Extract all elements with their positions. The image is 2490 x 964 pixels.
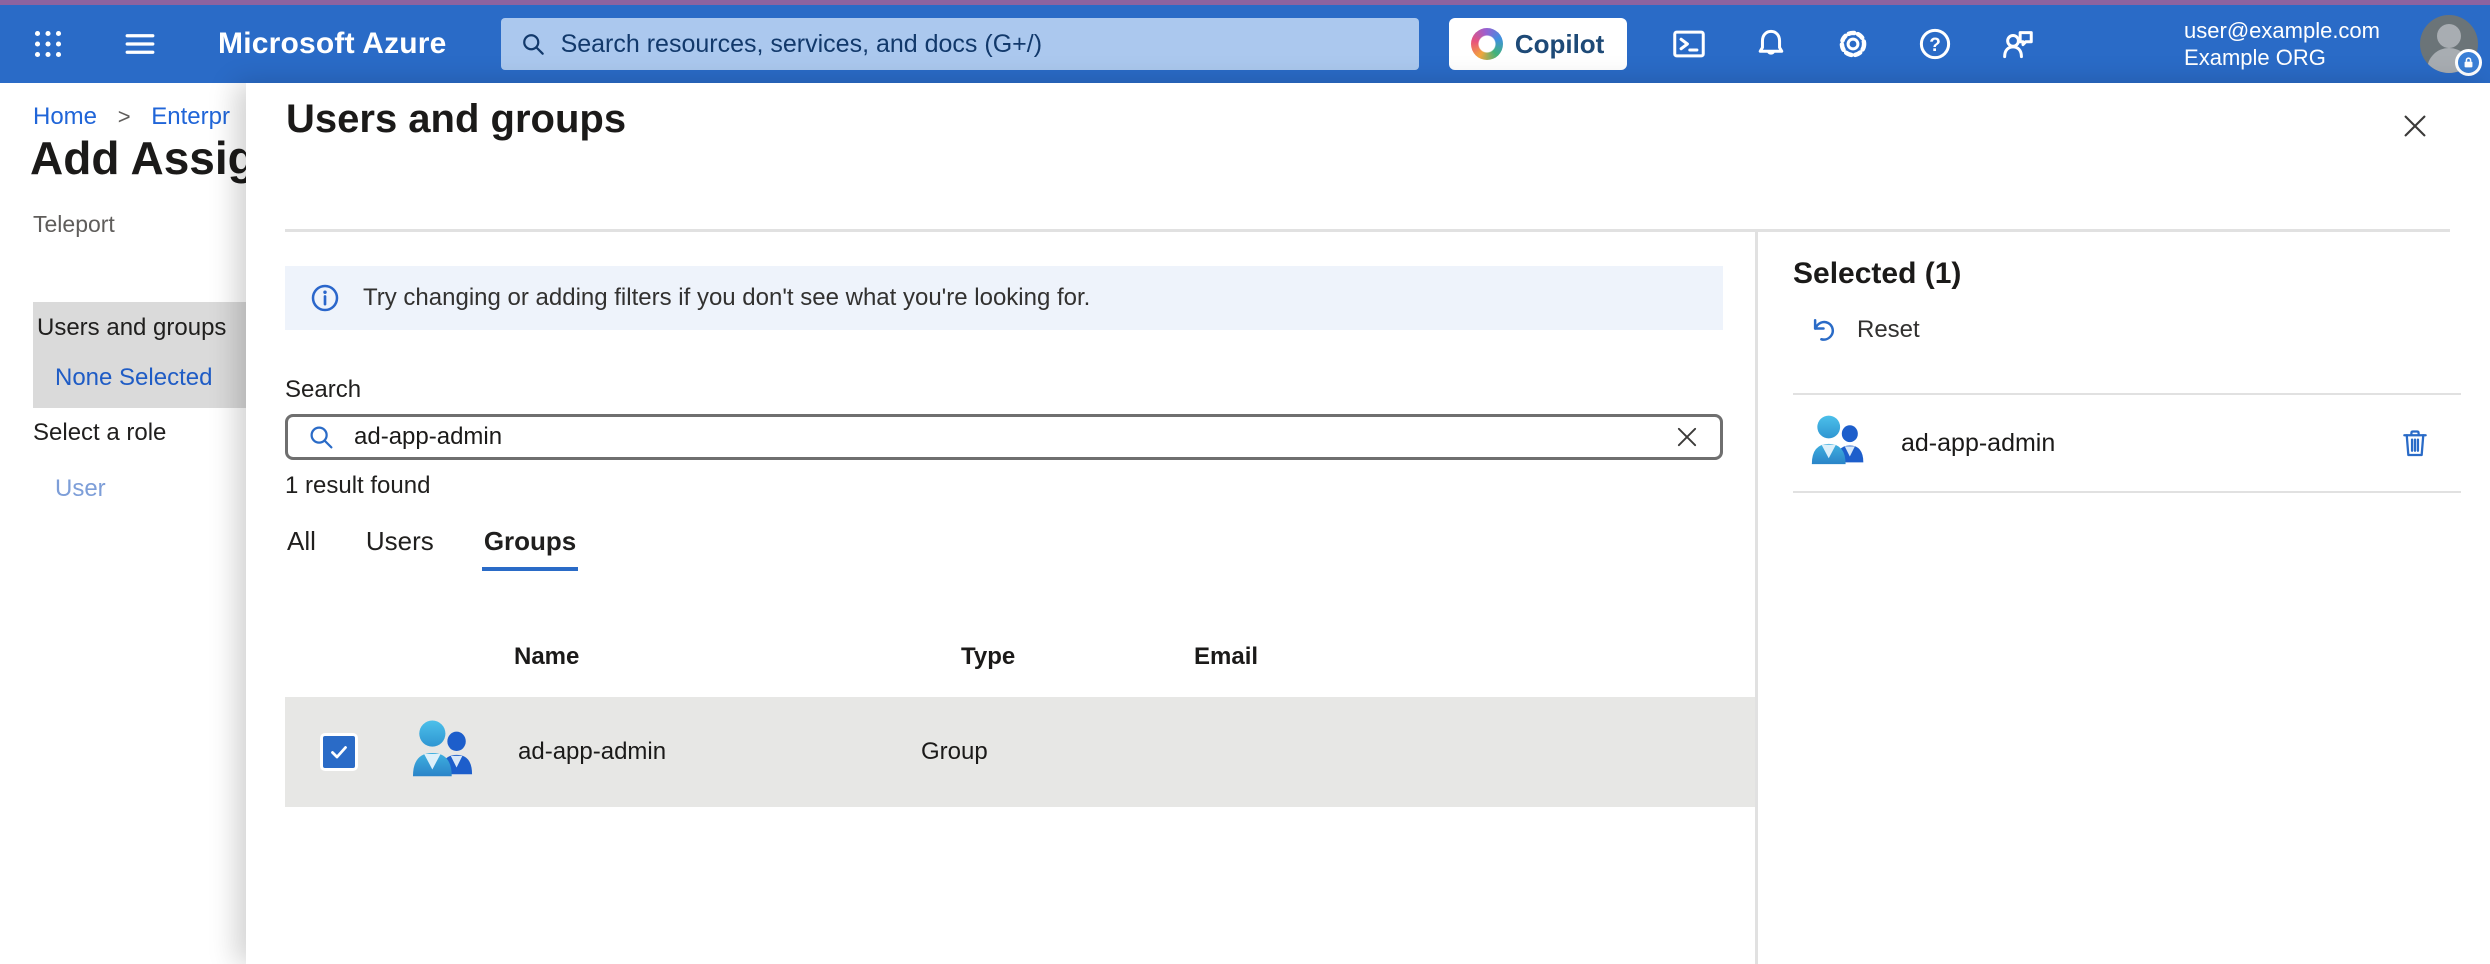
topbar-icon-group: ?: [1667, 22, 2039, 66]
brand-title[interactable]: Microsoft Azure: [218, 27, 447, 61]
panel-search-input[interactable]: ad-app-admin: [285, 414, 1723, 460]
results-count: 1 result found: [285, 472, 1723, 500]
row-type: Group: [921, 738, 1154, 766]
panel-body: Try changing or adding filters if you do…: [246, 232, 2490, 964]
notifications-button[interactable]: [1749, 22, 1793, 66]
feedback-button[interactable]: [1995, 22, 2039, 66]
checkmark-icon: [327, 740, 351, 764]
row-checkbox[interactable]: [320, 733, 358, 771]
close-panel-button[interactable]: [2398, 109, 2432, 143]
selected-column: Selected (1) Reset: [1755, 229, 2490, 964]
settings-button[interactable]: [1831, 22, 1875, 66]
help-button[interactable]: ?: [1913, 22, 1957, 66]
copilot-label: Copilot: [1515, 29, 1605, 60]
search-icon: [306, 422, 336, 452]
clear-icon: [1673, 423, 1701, 451]
azure-portal-screen: Microsoft Azure Search resources, servic…: [0, 0, 2490, 964]
search-label: Search: [285, 376, 1723, 404]
tab-groups[interactable]: Groups: [482, 526, 578, 571]
close-icon: [2400, 111, 2430, 141]
cloud-shell-button[interactable]: [1667, 22, 1711, 66]
help-icon: ?: [1916, 25, 1954, 63]
selected-divider-bottom: [1793, 491, 2461, 493]
breadcrumb-home-link[interactable]: Home: [33, 103, 97, 130]
topbar: Microsoft Azure Search resources, servic…: [0, 5, 2490, 83]
table-header: Name Type Email: [285, 635, 1723, 679]
group-icon: [1811, 413, 1865, 473]
app-launcher-button[interactable]: [26, 22, 70, 66]
tab-users[interactable]: Users: [364, 526, 436, 571]
svg-text:?: ?: [1929, 35, 1941, 56]
column-header-type: Type: [961, 643, 1194, 671]
gear-icon: [1834, 25, 1872, 63]
info-icon: [309, 282, 341, 314]
reset-label: Reset: [1857, 316, 1920, 344]
feedback-icon: [1998, 25, 2036, 63]
page-subtitle: Teleport: [33, 211, 115, 238]
selected-item: ad-app-admin: [1793, 395, 2461, 491]
lock-badge-icon: [2455, 49, 2482, 76]
bell-icon: [1752, 25, 1790, 63]
column-header-email: Email: [1194, 643, 1258, 671]
info-banner: Try changing or adding filters if you do…: [285, 266, 1723, 330]
table-row[interactable]: ad-app-admin Group: [285, 697, 1755, 807]
copilot-button[interactable]: Copilot: [1449, 18, 1627, 70]
select-role-label: Select a role: [33, 419, 166, 447]
breadcrumb-separator: >: [118, 104, 131, 129]
account-org: Example ORG: [2184, 44, 2380, 71]
users-groups-label: Users and groups: [37, 314, 226, 342]
global-search-input[interactable]: Search resources, services, and docs (G+…: [501, 18, 1419, 70]
panel-title: Users and groups: [286, 97, 626, 142]
search-icon: [519, 30, 547, 58]
hamburger-menu-button[interactable]: [118, 22, 162, 66]
panel-main-column: Try changing or adding filters if you do…: [285, 232, 1723, 964]
app-launcher-icon: [30, 26, 66, 62]
search-value: ad-app-admin: [354, 423, 502, 451]
account-email: user@example.com: [2184, 17, 2380, 44]
tab-all[interactable]: All: [285, 526, 318, 571]
cloud-shell-icon: [1670, 25, 1708, 63]
none-selected-link[interactable]: None Selected: [55, 364, 212, 392]
avatar[interactable]: [2420, 15, 2478, 73]
remove-selected-button[interactable]: [2397, 425, 2433, 461]
selected-title: Selected (1): [1793, 257, 2490, 291]
users-groups-panel: Users and groups Try changing or adding …: [246, 83, 2490, 964]
info-banner-text: Try changing or adding filters if you do…: [363, 284, 1090, 312]
group-icon: [412, 718, 474, 786]
undo-icon: [1807, 315, 1837, 345]
role-user-link[interactable]: User: [55, 475, 106, 503]
copilot-icon: [1471, 28, 1503, 60]
column-header-name: Name: [514, 643, 961, 671]
breadcrumb: Home > Enterpr: [33, 103, 230, 131]
global-search-placeholder: Search resources, services, and docs (G+…: [561, 30, 1042, 59]
trash-icon: [2399, 427, 2431, 459]
tab-bar: All Users Groups: [285, 526, 1723, 571]
clear-search-button[interactable]: [1672, 422, 1702, 452]
hamburger-icon: [122, 26, 158, 62]
page-title: Add Assig: [30, 131, 256, 185]
row-name: ad-app-admin: [518, 738, 921, 766]
selected-item-name: ad-app-admin: [1901, 429, 2055, 458]
breadcrumb-current-link[interactable]: Enterpr: [151, 103, 230, 130]
users-groups-selector: Users and groups None Selected: [33, 302, 246, 408]
reset-button[interactable]: Reset: [1807, 315, 1920, 345]
account-info[interactable]: user@example.com Example ORG: [2184, 17, 2380, 71]
